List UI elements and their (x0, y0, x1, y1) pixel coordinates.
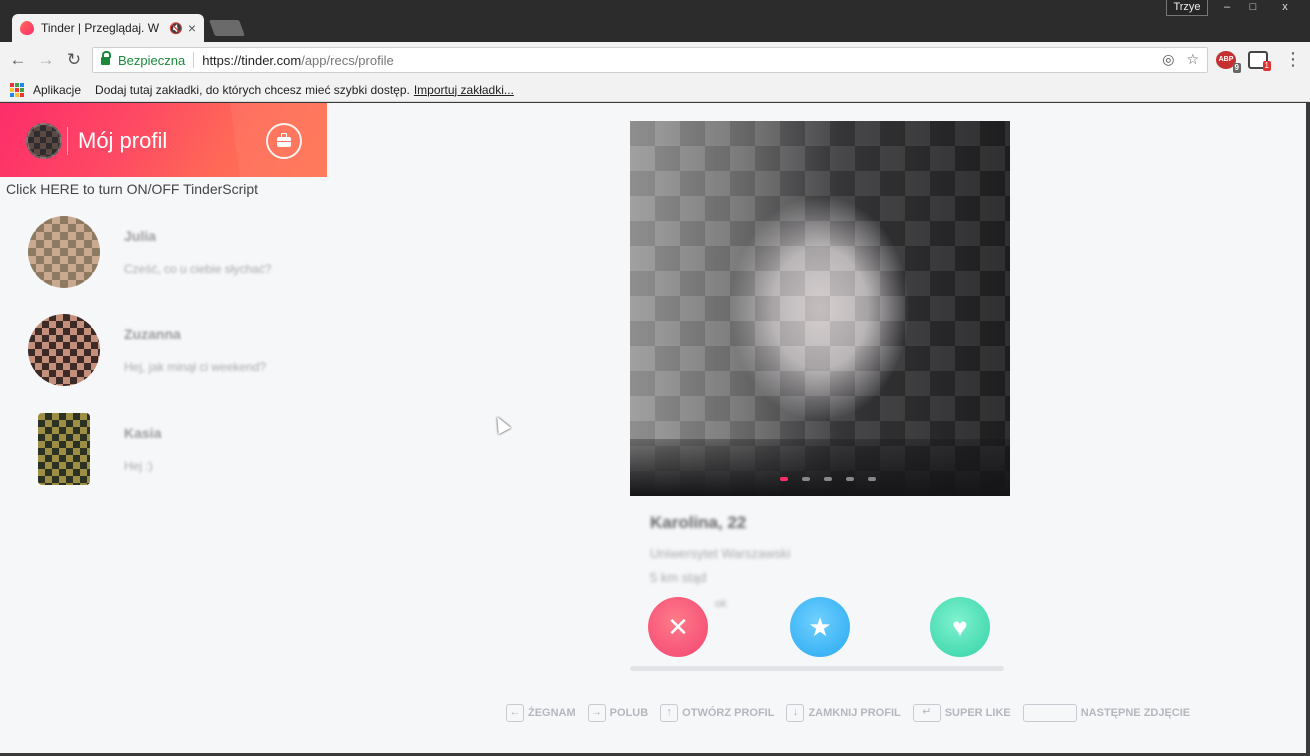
match-name: Julia (124, 228, 156, 244)
url-path: /app/recs/profile (301, 52, 394, 68)
hint-next-photo: NASTĘPNE ZDJĘCIE (1022, 704, 1191, 722)
new-tab-button[interactable] (209, 20, 245, 36)
url-host: https://tinder.com (202, 52, 302, 68)
browser-menu-icon[interactable]: ⋮ (1284, 50, 1302, 68)
adblock-label: ABP (1218, 56, 1234, 63)
arrow-up-key-icon: ↑ (660, 704, 679, 722)
keyboard-hints: ← ŻEGNAM → POLUB ↑ OTWÓRZ PROFIL ↓ ZAMKN… (506, 703, 1202, 723)
briefcase-icon (277, 133, 291, 147)
briefcase-button[interactable] (266, 123, 302, 159)
hint-super-like: ↵ SUPER LIKE (912, 704, 1011, 722)
back-icon[interactable]: ← (8, 50, 28, 70)
match-name: Kasia (124, 425, 162, 441)
photo-indicator-dot[interactable] (824, 477, 832, 481)
nope-button[interactable]: ✕ (648, 597, 708, 657)
arrow-left-key-icon: ← (506, 704, 524, 722)
match-message-preview: Hej, jak minął ci weekend? (124, 360, 267, 374)
action-bar-divider (630, 666, 1004, 671)
apps-grid-icon (10, 82, 24, 97)
super-like-button[interactable]: ★ (790, 597, 850, 657)
arrow-right-key-icon: → (587, 704, 606, 722)
browser-toolbar: ← → ↻ Bezpieczna https://tinder.com /app… (0, 42, 1310, 78)
photo-bottom-gradient (630, 439, 1010, 496)
my-avatar[interactable] (26, 123, 62, 159)
star-icon: ★ (808, 612, 832, 642)
bookmark-star-icon[interactable]: ☆ (1186, 51, 1199, 68)
window-maximize-button[interactable]: □ (1240, 0, 1266, 16)
profile-name-age: Karolina, 22 (650, 513, 747, 532)
photo-indicator-dot[interactable] (846, 477, 854, 481)
tab-title: Tinder | Przeglądaj. W (41, 21, 160, 35)
my-profile-title[interactable]: Mój profil (78, 128, 167, 154)
hint-label: SUPER LIKE (944, 707, 1011, 719)
window-edge (1306, 103, 1310, 756)
heart-icon: ♥ (952, 612, 968, 642)
import-bookmarks-link[interactable]: Importuj zakładki... (414, 83, 514, 97)
profile-distance: 5 km stąd (650, 570, 707, 585)
match-item[interactable]: Kasia Hej :) (28, 413, 308, 489)
forward-icon[interactable]: → (36, 50, 56, 70)
arrow-down-key-icon: ↓ (786, 704, 805, 722)
adblock-extension-icon[interactable]: ABP 9 (1216, 51, 1241, 73)
photo-indicator-dot[interactable] (780, 477, 788, 481)
mouse-cursor-icon (491, 413, 511, 435)
adblock-count-badge: 9 (1232, 63, 1241, 73)
bookmarks-bar: Aplikacje Dodaj tutaj zakładki, do który… (0, 78, 1310, 102)
match-item[interactable]: Zuzanna Hej, jak minął ci weekend? (28, 314, 308, 390)
apps-shortcut[interactable]: Aplikacje (33, 83, 81, 97)
space-key-icon (1022, 704, 1077, 722)
browser-titlebar: Tinder | Przeglądaj. W 🔇 × Trzye – □ x (0, 0, 1310, 42)
match-message-preview: Hej :) (124, 459, 153, 473)
header-divider (67, 127, 68, 155)
security-label: Bezpieczna (118, 52, 186, 68)
hint-open-profile: ↑ OTWÓRZ PROFIL (660, 704, 774, 722)
browser-tab[interactable]: Tinder | Przeglądaj. W 🔇 × (12, 14, 204, 42)
browser-profile-button[interactable]: Trzye (1166, 0, 1208, 16)
omnibox-separator (193, 52, 195, 68)
photo-pagination[interactable] (780, 477, 876, 481)
match-item[interactable]: Julia Cześć, co u ciebie słychać? (28, 216, 308, 292)
tinder-page: Mój profil Click HERE to turn ON/OFF Tin… (0, 103, 1306, 753)
hint-label: ZAMKNIJ PROFIL (808, 707, 901, 719)
extension-icon[interactable]: 1 (1248, 51, 1271, 71)
hint-like: → POLUB (587, 704, 649, 722)
like-button[interactable]: ♥ (930, 597, 990, 657)
lock-icon (101, 51, 111, 65)
location-icon[interactable]: ◎ (1162, 51, 1174, 68)
profile-school: Uniwersytet Warszawski (650, 546, 791, 561)
hint-nope: ← ŻEGNAM (506, 704, 576, 722)
address-bar[interactable]: Bezpieczna https://tinder.com /app/recs/… (92, 47, 1208, 73)
hint-label: OTWÓRZ PROFIL (682, 707, 775, 719)
profile-extra: ok (715, 598, 727, 610)
hint-label: ŻEGNAM (528, 707, 576, 719)
match-avatar (28, 216, 100, 288)
tinder-flame-icon (20, 21, 34, 35)
hint-close-profile: ↓ ZAMKNIJ PROFIL (786, 704, 901, 722)
mute-icon[interactable]: 🔇 (169, 22, 183, 35)
profile-header[interactable]: Mój profil (0, 103, 327, 177)
profile-card[interactable] (630, 121, 1010, 496)
tab-close-icon[interactable]: × (188, 20, 196, 36)
window-minimize-button[interactable]: – (1214, 0, 1240, 16)
enter-key-icon: ↵ (912, 704, 941, 722)
tinderscript-toggle[interactable]: Click HERE to turn ON/OFF TinderScript (6, 181, 258, 197)
hint-label: NASTĘPNE ZDJĘCIE (1080, 707, 1191, 719)
photo-indicator-dot[interactable] (868, 477, 876, 481)
extension-count-badge: 1 (1262, 61, 1271, 71)
bookmarks-hint: Dodaj tutaj zakładki, do których chcesz … (95, 82, 410, 97)
match-name: Zuzanna (124, 326, 181, 342)
match-message-preview: Cześć, co u ciebie słychać? (124, 262, 272, 276)
window-close-button[interactable]: x (1272, 0, 1298, 16)
match-avatar (28, 314, 100, 386)
photo-indicator-dot[interactable] (802, 477, 810, 481)
reload-icon[interactable]: ↻ (64, 50, 84, 70)
match-avatar (38, 413, 90, 485)
close-icon: ✕ (667, 612, 689, 642)
hint-label: POLUB (609, 707, 649, 719)
